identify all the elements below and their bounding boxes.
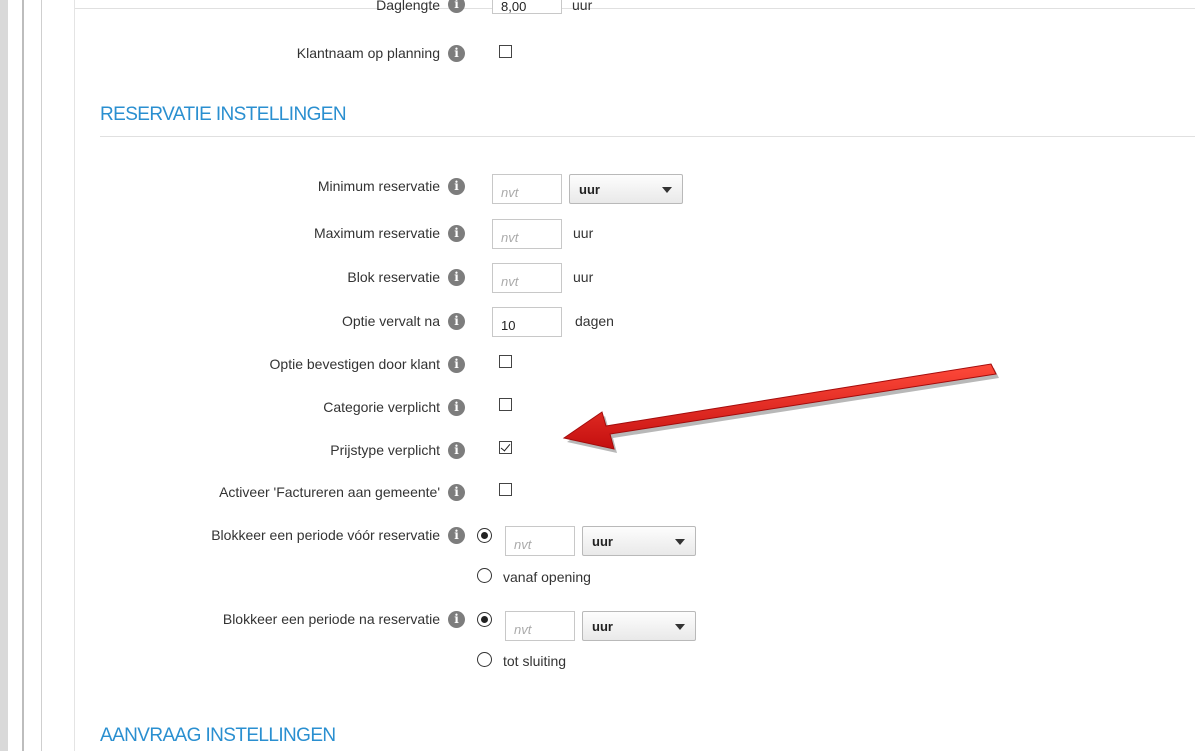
blokkeer-na-select[interactable]: uur	[582, 611, 696, 641]
klantnaam-label: Klantnaam op planning	[296, 45, 440, 61]
maximum-reservatie-input[interactable]	[492, 219, 562, 249]
tot-sluiting-label: tot sluiting	[503, 653, 567, 669]
prijstype-verplicht-checkbox[interactable]	[499, 441, 512, 454]
left-frame-bar	[0, 0, 8, 751]
prijstype-verplicht-label: Prijstype verplicht	[330, 442, 440, 458]
info-icon[interactable]: i	[448, 484, 465, 501]
info-icon[interactable]: i	[448, 399, 465, 416]
daglengte-unit: uur	[572, 0, 593, 13]
content-border	[74, 0, 75, 751]
select-value: uur	[579, 182, 600, 197]
maximum-reservatie-label: Maximum reservatie	[313, 225, 440, 241]
left-frame-line-2	[41, 0, 42, 751]
blokkeer-na-radio-sluiting[interactable]	[477, 652, 492, 667]
factureren-checkbox[interactable]	[499, 483, 512, 496]
optie-bevestigen-checkbox[interactable]	[499, 355, 512, 368]
info-icon[interactable]: i	[448, 178, 465, 195]
select-value: uur	[592, 534, 613, 549]
daglengte-input[interactable]	[492, 0, 562, 14]
optie-bevestigen-label: Optie bevestigen door klant	[269, 356, 440, 372]
chevron-down-icon	[675, 539, 685, 545]
info-icon[interactable]: i	[448, 527, 465, 544]
blokkeer-voor-select[interactable]: uur	[582, 526, 696, 556]
klantnaam-checkbox[interactable]	[499, 45, 512, 58]
factureren-label: Activeer 'Factureren aan gemeente'	[219, 484, 440, 500]
section-title-aanvraag: AANVRAAG INSTELLINGEN	[100, 725, 336, 746]
minimum-reservatie-input[interactable]	[492, 174, 562, 204]
categorie-verplicht-label: Categorie verplicht	[323, 399, 440, 415]
red-arrow-annotation	[562, 363, 999, 453]
categorie-verplicht-checkbox[interactable]	[499, 398, 512, 411]
vanaf-opening-label: vanaf opening	[503, 569, 591, 585]
blok-reservatie-input[interactable]	[492, 263, 562, 293]
select-value: uur	[592, 619, 613, 634]
blokkeer-na-input[interactable]	[505, 611, 575, 641]
info-icon[interactable]: i	[448, 0, 465, 13]
left-frame-line	[22, 0, 24, 751]
info-icon[interactable]: i	[448, 45, 465, 62]
top-divider	[75, 8, 1195, 9]
maximum-reservatie-unit: uur	[573, 225, 594, 241]
blok-reservatie-label: Blok reservatie	[347, 269, 440, 285]
blokkeer-na-label: Blokkeer een periode na reservatie	[222, 611, 440, 627]
info-icon[interactable]: i	[448, 442, 465, 459]
minimum-reservatie-label: Minimum reservatie	[317, 178, 440, 194]
blokkeer-na-radio-period[interactable]	[477, 612, 492, 627]
optie-vervalt-label: Optie vervalt na	[341, 313, 440, 329]
optie-vervalt-input[interactable]	[492, 307, 562, 337]
chevron-down-icon	[662, 187, 672, 193]
minimum-reservatie-select[interactable]: uur	[569, 174, 683, 204]
blokkeer-voor-radio-period[interactable]	[477, 528, 492, 543]
optie-vervalt-unit: dagen	[575, 313, 614, 329]
daglengte-label: Daglengte	[376, 0, 440, 13]
info-icon[interactable]: i	[448, 356, 465, 373]
info-icon[interactable]: i	[448, 611, 465, 628]
blokkeer-voor-label: Blokkeer een periode vóór reservatie	[211, 527, 440, 543]
section-title-reservatie: RESERVATIE INSTELLINGEN	[100, 104, 347, 125]
blok-reservatie-unit: uur	[573, 269, 594, 285]
blokkeer-voor-input[interactable]	[505, 526, 575, 556]
info-icon[interactable]: i	[448, 313, 465, 330]
info-icon[interactable]: i	[448, 225, 465, 242]
info-icon[interactable]: i	[448, 269, 465, 286]
chevron-down-icon	[675, 624, 685, 630]
blokkeer-voor-radio-opening[interactable]	[477, 568, 492, 583]
section-divider	[100, 136, 1195, 137]
